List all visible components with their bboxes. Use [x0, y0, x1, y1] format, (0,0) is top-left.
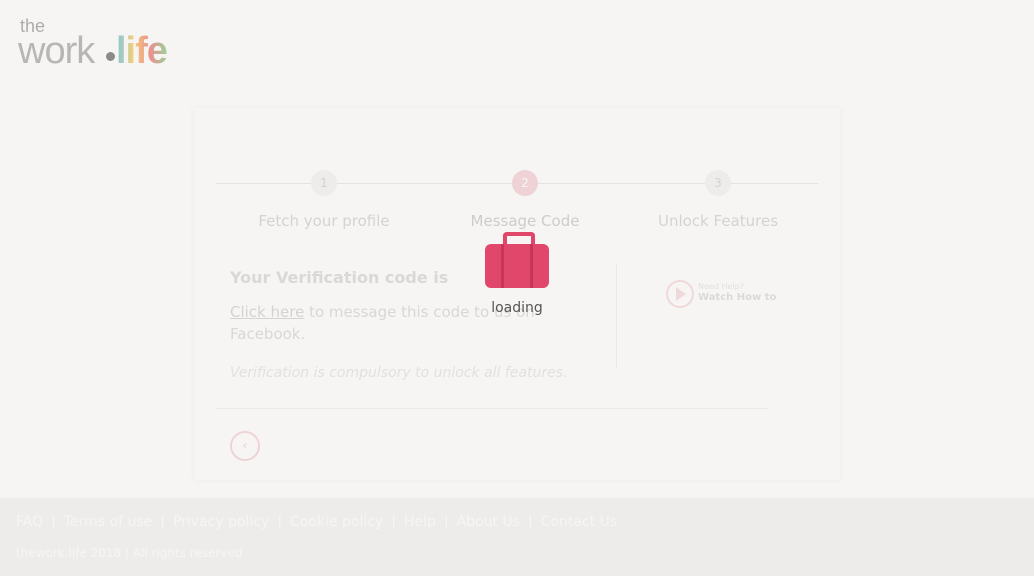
loading-indicator: loading: [470, 230, 564, 316]
loading-text: loading: [491, 300, 543, 316]
briefcase-icon: [485, 230, 549, 288]
